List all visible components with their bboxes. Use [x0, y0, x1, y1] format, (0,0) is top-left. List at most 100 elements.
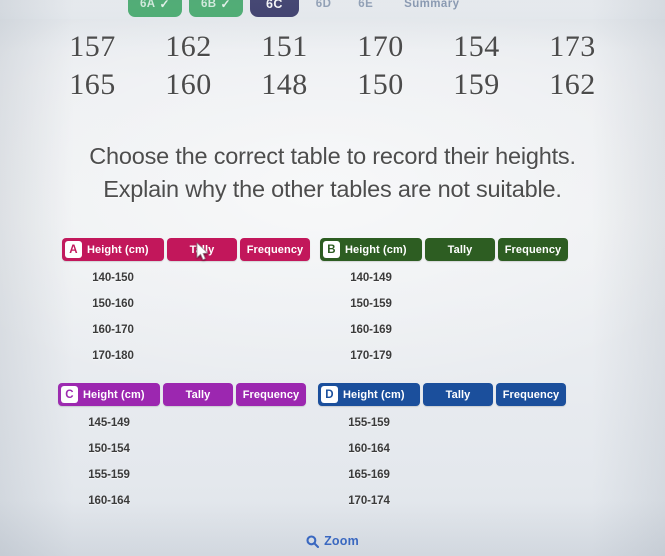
cell-height-range: 140-149 [350, 272, 392, 284]
tab-label: 6A [140, 0, 156, 10]
height-value-1: 165 [69, 68, 116, 101]
height-value-2: 162 [165, 30, 212, 63]
table-c-header: C Height (cm) Tally Frequency [58, 383, 306, 406]
cell-height-range: 170-180 [92, 350, 134, 362]
cell-height-range: 165-169 [348, 469, 390, 481]
cell-height-range: 155-159 [88, 469, 130, 481]
cell-height-range: 145-149 [88, 417, 130, 429]
header-cell-frequency: Frequency [240, 238, 310, 261]
table-row: 160-164 [318, 436, 566, 462]
height-values-row-2: 165 160 148 150 159 162 [0, 66, 665, 104]
section-tab-bar: 6A ✓ 6B ✓ 6C 6D 6E Summary [0, 0, 665, 19]
tab-6e[interactable]: 6E [348, 0, 383, 17]
worksheet-page: 6A ✓ 6B ✓ 6C 6D 6E Summary 157 162 151 170 154 173 1… [0, 0, 665, 556]
cell-height-range: 150-160 [92, 298, 134, 310]
cell-height-range: 150-154 [88, 443, 130, 455]
table-row: 140-150 [62, 265, 310, 291]
header-cell-height: D Height (cm) [318, 383, 420, 406]
header-cell-tally: Tally [423, 383, 493, 406]
table-row: 150-160 [62, 291, 310, 317]
height-value-4: 170 [357, 30, 404, 63]
header-cell-frequency: Frequency [236, 383, 306, 406]
table-row: 145-149 [58, 410, 306, 436]
tab-label: Summary [404, 0, 460, 10]
frequency-table-d[interactable]: D Height (cm) Tally Frequency 155-159 160-164… [318, 383, 566, 514]
table-a-body: 140-150 150-160 160-170 170-180 [62, 261, 310, 369]
tab-6d[interactable]: 6D [306, 0, 342, 17]
prompt-line-1: Choose the correct table to record their… [89, 143, 576, 169]
table-row: 160-164 [58, 488, 306, 514]
cell-height-range: 150-159 [350, 298, 392, 310]
header-label-height: Height (cm) [345, 243, 407, 256]
frequency-table-c[interactable]: C Height (cm) Tally Frequency 145-149 150-154… [58, 383, 306, 514]
magnifier-icon [306, 534, 320, 548]
header-cell-tally: Tally [167, 238, 237, 261]
table-letter-badge: C [61, 386, 78, 403]
table-row: 155-159 [318, 410, 566, 436]
header-cell-height: C Height (cm) [58, 383, 160, 406]
height-values-block: 157 162 151 170 154 173 165 160 148 150 159 162 [0, 28, 665, 104]
table-row: 140-149 [320, 265, 568, 291]
cell-height-range: 140-150 [92, 272, 134, 284]
cell-height-range: 170-179 [350, 350, 392, 362]
header-label-height: Height (cm) [87, 243, 149, 256]
header-cell-height: A Height (cm) [62, 238, 164, 261]
prompt-line-2: Explain why the other tables are not sui… [103, 176, 562, 202]
cell-height-range: 155-159 [348, 417, 390, 429]
table-b-body: 140-149 150-159 160-169 170-179 [320, 261, 568, 369]
table-d-body: 155-159 160-164 165-169 170-174 [318, 406, 566, 514]
height-value-6: 162 [549, 68, 596, 101]
table-row: 170-179 [320, 343, 568, 369]
tab-6c[interactable]: 6C [250, 0, 299, 17]
header-label-height: Height (cm) [343, 388, 405, 401]
height-value-3: 148 [261, 68, 308, 101]
table-letter-badge: D [321, 386, 338, 403]
table-row: 155-159 [58, 462, 306, 488]
table-b-header: B Height (cm) Tally Frequency [320, 238, 568, 261]
cell-height-range: 160-164 [88, 495, 130, 507]
table-row: 150-159 [320, 291, 568, 317]
check-icon: ✓ [159, 0, 170, 11]
cell-height-range: 160-164 [348, 443, 390, 455]
header-cell-height: B Height (cm) [320, 238, 422, 261]
tab-label: 6E [358, 0, 374, 10]
height-value-5: 154 [453, 30, 500, 63]
table-c-body: 145-149 150-154 155-159 160-164 [58, 406, 306, 514]
table-d-header: D Height (cm) Tally Frequency [318, 383, 566, 406]
table-row: 170-174 [318, 488, 566, 514]
table-row: 150-154 [58, 436, 306, 462]
height-value-3: 151 [261, 30, 308, 63]
tab-label: 6D [315, 0, 332, 10]
height-value-1: 157 [69, 30, 116, 63]
frequency-table-b[interactable]: B Height (cm) Tally Frequency 140-149 150-159… [320, 238, 568, 369]
zoom-label: Zoom [324, 534, 359, 548]
tab-summary[interactable]: Summary [390, 0, 469, 17]
table-row: 170-180 [62, 343, 310, 369]
header-cell-frequency: Frequency [496, 383, 566, 406]
header-cell-tally: Tally [163, 383, 233, 406]
frequency-table-a[interactable]: A Height (cm) Tally Frequency 140-150 150-160… [62, 238, 310, 369]
table-row: 160-170 [62, 317, 310, 343]
check-icon: ✓ [220, 0, 231, 11]
height-value-2: 160 [165, 68, 212, 101]
table-a-header: A Height (cm) Tally Frequency [62, 238, 310, 261]
tab-label: 6B [201, 0, 217, 10]
cell-height-range: 160-170 [92, 324, 134, 336]
header-cell-tally: Tally [425, 238, 495, 261]
table-letter-badge: B [323, 241, 340, 258]
height-value-4: 150 [357, 68, 404, 101]
tab-label: 6C [266, 0, 283, 11]
question-prompt: Choose the correct table to record their… [0, 140, 665, 206]
header-cell-frequency: Frequency [498, 238, 568, 261]
zoom-button[interactable]: Zoom [0, 534, 665, 548]
table-letter-badge: A [65, 241, 82, 258]
tab-6b[interactable]: 6B ✓ [189, 0, 243, 17]
table-row: 160-169 [320, 317, 568, 343]
tab-6a[interactable]: 6A ✓ [128, 0, 182, 17]
height-values-row-1: 157 162 151 170 154 173 [0, 28, 665, 66]
table-row: 165-169 [318, 462, 566, 488]
height-value-5: 159 [453, 68, 500, 101]
cell-height-range: 170-174 [348, 495, 390, 507]
cell-height-range: 160-169 [350, 324, 392, 336]
height-value-6: 173 [549, 30, 596, 63]
